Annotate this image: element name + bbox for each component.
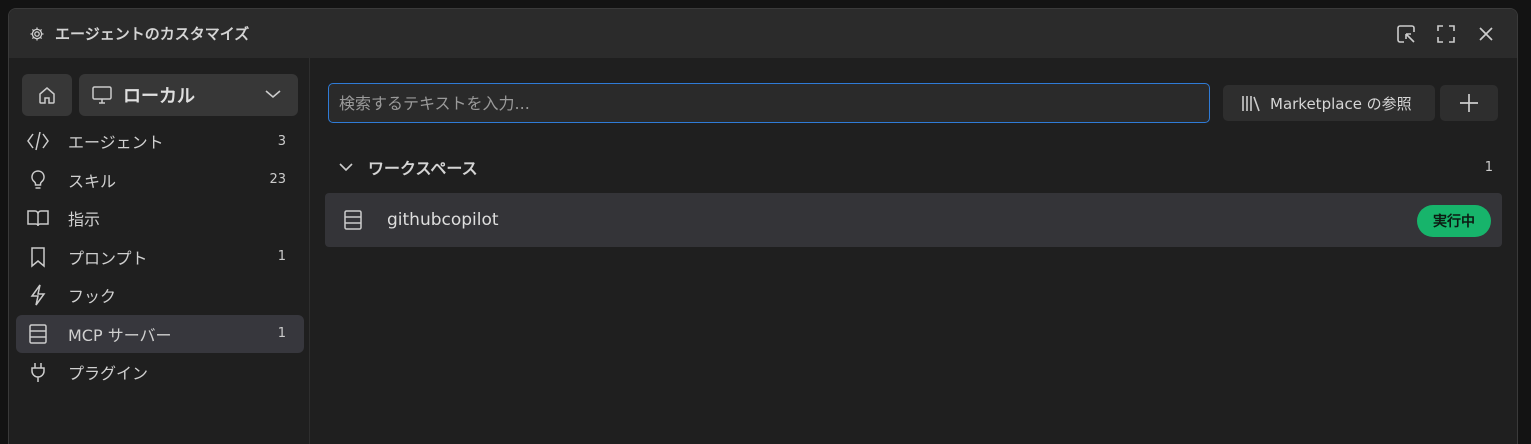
sidebar-item-label: フック xyxy=(68,287,117,307)
sidebar-item-label: プラグイン xyxy=(68,364,149,384)
main-panel: Marketplace の参照 ワークスペース 1 githubcopilot … xyxy=(311,58,1517,444)
close-icon xyxy=(1479,27,1493,41)
location-label: ローカル xyxy=(123,86,195,107)
code-icon xyxy=(26,129,50,153)
sidebar-item-label: エージェント xyxy=(68,133,164,153)
add-server-button[interactable] xyxy=(1440,85,1498,121)
close-button[interactable] xyxy=(1473,21,1499,47)
sidebar-item-count: 3 xyxy=(277,133,286,149)
title-actions xyxy=(1393,21,1499,47)
lightning-icon xyxy=(26,283,50,307)
section-count: 1 xyxy=(1484,159,1493,175)
list-item-server[interactable]: githubcopilot 実行中 xyxy=(325,193,1502,247)
window-title: エージェントのカスタマイズ xyxy=(55,25,250,43)
open-in-editor-button[interactable] xyxy=(1393,21,1419,47)
chevron-down-icon xyxy=(264,87,282,101)
server-icon xyxy=(344,210,362,230)
library-icon xyxy=(1242,96,1260,112)
bookmark-icon xyxy=(26,245,50,269)
sidebar: ローカル エージェント 3 スキル 23 指示 プロンプト 1 フック MCP … xyxy=(9,58,310,444)
plug-icon xyxy=(26,360,50,384)
sidebar-item-label: 指示 xyxy=(68,210,101,230)
sidebar-item-instructions[interactable]: 指示 xyxy=(16,199,304,238)
sidebar-item-hooks[interactable]: フック xyxy=(16,276,304,315)
sidebar-item-skills[interactable]: スキル 23 xyxy=(16,161,304,200)
browse-marketplace-button[interactable]: Marketplace の参照 xyxy=(1223,85,1435,121)
sidebar-item-prompts[interactable]: プロンプト 1 xyxy=(16,238,304,277)
book-icon xyxy=(26,206,50,230)
customize-agent-window: エージェントのカスタマイズ ローカル エージェント 3 スキル 23 指示 プロ… xyxy=(8,8,1518,444)
location-select[interactable]: ローカル xyxy=(79,74,298,116)
sidebar-item-label: MCP サーバー xyxy=(68,325,172,345)
status-badge: 実行中 xyxy=(1417,205,1491,237)
browse-marketplace-label: Marketplace の参照 xyxy=(1270,94,1412,113)
lightbulb-icon xyxy=(26,168,50,192)
sidebar-item-plugins[interactable]: プラグイン xyxy=(16,353,304,392)
server-name: githubcopilot xyxy=(387,210,499,230)
sidebar-item-count: 1 xyxy=(277,249,286,265)
search-input[interactable] xyxy=(328,83,1210,123)
server-icon xyxy=(26,322,50,346)
sidebar-item-label: スキル xyxy=(68,171,117,191)
sidebar-item-label: プロンプト xyxy=(68,248,148,268)
section-workspace-header[interactable]: ワークスペース 1 xyxy=(338,152,1493,182)
sidebar-item-mcp-servers[interactable]: MCP サーバー 1 xyxy=(16,314,304,353)
section-title: ワークスペース xyxy=(368,159,478,178)
plus-icon xyxy=(1460,94,1478,112)
home-icon xyxy=(39,87,55,104)
gear-icon xyxy=(29,26,45,42)
chevron-down-icon xyxy=(339,163,353,172)
home-button[interactable] xyxy=(22,74,72,116)
monitor-icon xyxy=(92,86,112,104)
sidebar-item-count: 1 xyxy=(277,326,286,342)
sidebar-item-count: 23 xyxy=(269,172,286,188)
sidebar-item-agents[interactable]: エージェント 3 xyxy=(16,122,304,161)
open-in-editor-icon xyxy=(1397,25,1415,43)
title-bar: エージェントのカスタマイズ xyxy=(9,9,1517,58)
maximize-button[interactable] xyxy=(1433,21,1459,47)
maximize-icon xyxy=(1437,25,1455,43)
sidebar-nav: エージェント 3 スキル 23 指示 プロンプト 1 フック MCP サーバー … xyxy=(16,122,304,392)
